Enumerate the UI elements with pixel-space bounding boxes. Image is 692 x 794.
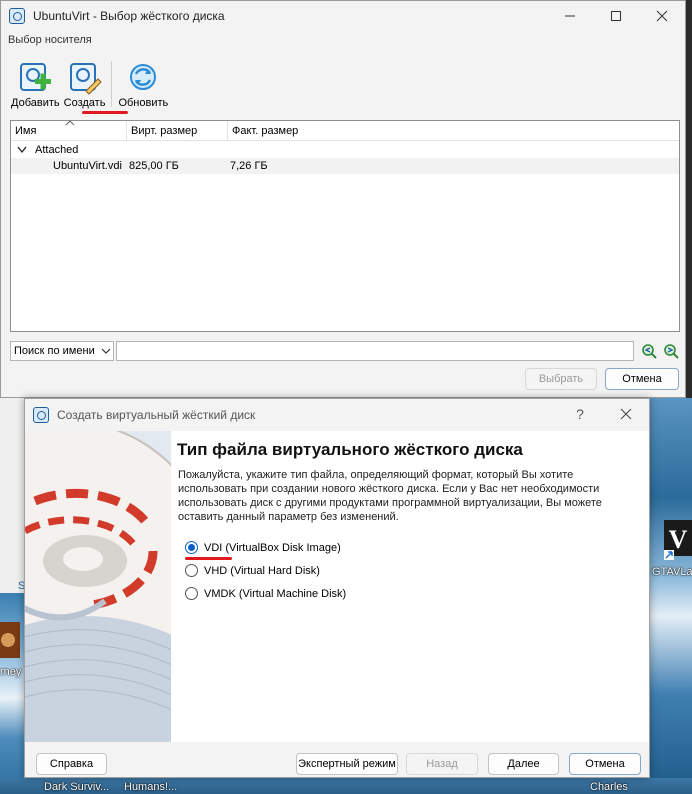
help-button[interactable]: ? bbox=[557, 399, 603, 429]
add-disk-icon bbox=[20, 63, 52, 91]
choose-button[interactable]: Выбрать bbox=[525, 368, 597, 390]
wizard-title: Создать виртуальный жёсткий диск bbox=[57, 408, 256, 422]
radio-vhd-label: VHD (Virtual Hard Disk) bbox=[204, 564, 320, 577]
disk-selector-title: UbuntuVirt - Выбор жёсткого диска bbox=[33, 9, 225, 23]
help-text-button[interactable]: Справка bbox=[36, 753, 107, 775]
radio-vdi[interactable] bbox=[185, 541, 198, 554]
radio-vmdk-label: VMDK (Virtual Machine Disk) bbox=[204, 587, 347, 600]
refresh-label: Обновить bbox=[118, 97, 169, 109]
cancel-button[interactable]: Отмена bbox=[605, 368, 679, 390]
radio-vmdk[interactable] bbox=[185, 587, 198, 600]
humans-desktop-label: Humans!... bbox=[124, 781, 178, 793]
close-button[interactable] bbox=[639, 1, 685, 31]
disk-toolbar: Добавить Создать Обновить bbox=[1, 49, 685, 115]
radio-vhd[interactable] bbox=[185, 564, 198, 577]
create-disk-wizard: Создать виртуальный жёсткий диск ? Тип ф… bbox=[24, 398, 650, 778]
disk-selector-window: UbuntuVirt - Выбор жёсткого диска Выбор … bbox=[0, 0, 686, 398]
minimize-icon bbox=[565, 15, 575, 17]
radio-vdi-label: VDI (VirtualBox Disk Image) bbox=[204, 541, 341, 554]
table-row[interactable]: UbuntuVirt.vdi 825,00 ГБ 7,26 ГБ bbox=[11, 158, 679, 174]
wizard-illustration bbox=[25, 431, 171, 742]
row-name: UbuntuVirt.vdi bbox=[53, 160, 122, 172]
desktop-background-right bbox=[650, 398, 692, 794]
chevron-down-icon[interactable] bbox=[17, 146, 27, 154]
wizard-titlebar[interactable]: Создать виртуальный жёсткий диск ? bbox=[25, 399, 649, 431]
media-selector-label: Выбор носителя bbox=[8, 34, 92, 46]
wizard-heading: Тип файла виртуального жёсткого диска bbox=[177, 440, 523, 459]
add-disk-label: Добавить bbox=[11, 97, 60, 109]
virtualbox-app-icon bbox=[9, 8, 25, 24]
create-annotation-underline bbox=[82, 111, 128, 114]
add-disk-button[interactable]: Добавить bbox=[11, 49, 60, 109]
wizard-close-button[interactable] bbox=[603, 399, 649, 429]
gta-desktop-icon[interactable]: V bbox=[662, 516, 692, 562]
dark-survivors-desktop-label: Dark Surviv... bbox=[44, 781, 110, 793]
chevron-down-icon bbox=[101, 348, 111, 354]
maximize-button[interactable] bbox=[593, 1, 639, 31]
charles-desktop-label: Charles bbox=[590, 781, 628, 793]
search-mode-select[interactable]: Поиск по имени bbox=[10, 341, 114, 361]
group-row-attached[interactable]: Attached bbox=[11, 142, 679, 158]
virtualbox-app-icon bbox=[33, 407, 49, 423]
rney-desktop-label: rney bbox=[0, 666, 22, 678]
group-label: Attached bbox=[35, 144, 79, 156]
refresh-button[interactable]: Обновить bbox=[118, 49, 168, 109]
maximize-icon bbox=[611, 11, 621, 21]
create-disk-icon bbox=[69, 63, 102, 95]
search-previous-icon[interactable] bbox=[640, 342, 658, 360]
wizard-description: Пожалуйста, укажите тип файла, определяю… bbox=[178, 469, 602, 523]
radio-option-vdi[interactable]: VDI (VirtualBox Disk Image) bbox=[185, 541, 341, 554]
back-button[interactable]: Назад bbox=[406, 753, 478, 775]
create-disk-label: Создать bbox=[63, 97, 106, 109]
gta-desktop-label: GTAVLa bbox=[652, 566, 692, 578]
disk-selector-titlebar[interactable]: UbuntuVirt - Выбор жёсткого диска bbox=[1, 1, 685, 31]
minimize-button[interactable] bbox=[547, 1, 593, 31]
svg-text:V: V bbox=[669, 525, 688, 554]
create-disk-button[interactable]: Создать bbox=[63, 49, 106, 109]
wizard-cancel-button[interactable]: Отмена bbox=[569, 753, 641, 775]
vdi-annotation-underline bbox=[185, 557, 232, 560]
radio-option-vmdk[interactable]: VMDK (Virtual Machine Disk) bbox=[185, 587, 346, 600]
close-icon bbox=[656, 10, 668, 22]
toolbar-separator bbox=[111, 61, 113, 107]
app-desktop-icon[interactable] bbox=[0, 616, 20, 662]
wizard-content: Тип файла виртуального жёсткого диска По… bbox=[171, 431, 649, 742]
column-header-actual-size-label: Факт. размер bbox=[232, 125, 299, 137]
row-actual-size: 7,26 ГБ bbox=[230, 160, 268, 172]
refresh-icon bbox=[130, 64, 157, 90]
disk-list-header: Имя Вирт. размер Факт. размер bbox=[11, 120, 679, 141]
hard-disk-illustration-icon bbox=[25, 431, 171, 742]
disk-list[interactable]: Имя Вирт. размер Факт. размер Attached U… bbox=[10, 120, 680, 332]
sort-ascending-icon bbox=[65, 120, 75, 126]
column-header-virtual-size-label: Вирт. размер bbox=[131, 125, 198, 137]
row-virtual-size: 825,00 ГБ bbox=[129, 160, 179, 172]
column-header-virtual-size[interactable]: Вирт. размер bbox=[127, 121, 228, 140]
next-button[interactable]: Далее bbox=[488, 753, 559, 775]
search-next-icon[interactable] bbox=[662, 342, 680, 360]
search-mode-label: Поиск по имени bbox=[14, 345, 95, 357]
column-header-actual-size[interactable]: Факт. размер bbox=[228, 121, 298, 140]
close-icon bbox=[620, 408, 632, 420]
column-header-name-label: Имя bbox=[15, 125, 37, 137]
expert-mode-button[interactable]: Экспертный режим bbox=[296, 753, 398, 775]
radio-option-vhd[interactable]: VHD (Virtual Hard Disk) bbox=[185, 564, 320, 577]
desktop-background-left bbox=[0, 398, 26, 794]
column-header-name[interactable]: Имя bbox=[11, 120, 127, 140]
search-input[interactable] bbox=[115, 341, 635, 361]
search-bar: Поиск по имени bbox=[10, 341, 680, 361]
